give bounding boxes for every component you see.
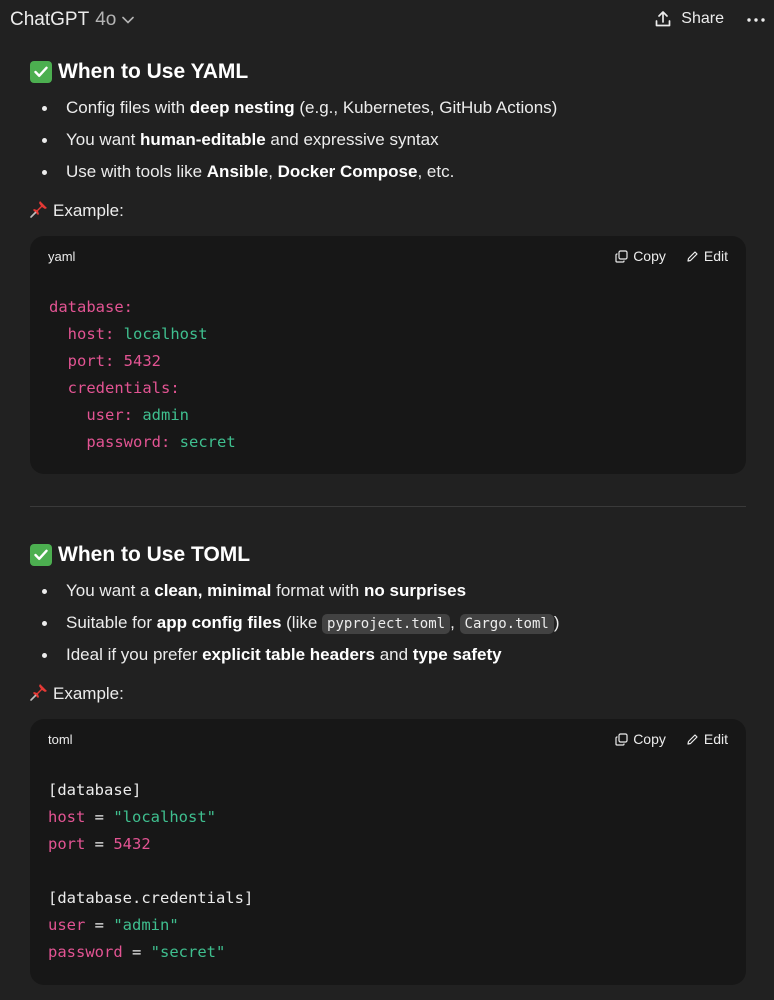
share-button[interactable]: Share xyxy=(654,10,724,28)
pushpin-icon xyxy=(29,199,49,224)
top-bar: ChatGPT 4o Share xyxy=(0,0,774,46)
more-options-button[interactable] xyxy=(744,8,768,32)
toml-bullet-list: You want a clean, minimal format with no… xyxy=(30,575,746,671)
edit-pencil-icon xyxy=(687,733,698,745)
bullet-item: Ideal if you prefer explicit table heade… xyxy=(30,639,746,671)
toml-example-label: Example: xyxy=(29,681,746,707)
toml-section: When to Use TOML You want a clean, minim… xyxy=(30,541,746,707)
toml-heading-text: When to Use TOML xyxy=(58,543,251,566)
code-header: yaml Copy Edit xyxy=(30,236,746,276)
code-line: user: admin xyxy=(49,406,189,424)
share-label: Share xyxy=(681,10,724,27)
copy-button[interactable]: Copy xyxy=(615,248,666,264)
edit-pencil-icon xyxy=(687,250,698,262)
check-mark-icon xyxy=(30,61,52,83)
copy-label: Copy xyxy=(633,731,666,747)
copy-icon xyxy=(615,249,628,263)
section-divider xyxy=(30,506,746,507)
yaml-bullet-list: Config files with deep nesting (e.g., Ku… xyxy=(30,92,746,188)
edit-label: Edit xyxy=(703,248,728,264)
bullet-item: Suitable for app config files (like pypr… xyxy=(30,607,746,639)
yaml-example-label: Example: xyxy=(29,198,746,224)
inline-code: pyproject.toml xyxy=(322,614,451,634)
code-line: port = 5432 xyxy=(48,835,151,853)
code-line: password = "secret" xyxy=(48,943,226,961)
toml-code-block: toml Copy Edit [database] host = "localho… xyxy=(30,719,746,985)
code-line: database: xyxy=(49,298,133,316)
pushpin-icon xyxy=(29,682,49,707)
check-mark-icon xyxy=(30,544,52,566)
edit-button[interactable]: Edit xyxy=(686,731,728,747)
yaml-section: When to Use YAML Config files with deep … xyxy=(30,58,746,224)
copy-icon xyxy=(615,732,628,746)
yaml-code-block: yaml Copy Edit database: host: localhost… xyxy=(30,236,746,474)
inline-code: Cargo.toml xyxy=(459,614,554,634)
example-text: Example: xyxy=(53,201,124,220)
example-text: Example: xyxy=(53,684,124,703)
model-name: ChatGPT xyxy=(10,9,90,30)
edit-label: Edit xyxy=(703,731,728,747)
toml-code: [database] host = "localhost" port = 5432 [… xyxy=(30,777,746,966)
bullet-item: Config files with deep nesting (e.g., Ku… xyxy=(30,92,746,124)
bullet-item: You want human-editable and expressive s… xyxy=(30,124,746,156)
code-language-label: toml xyxy=(48,732,73,747)
code-line: credentials: xyxy=(49,379,180,397)
bullet-item: You want a clean, minimal format with no… xyxy=(30,575,746,607)
bullet-item: Use with tools like Ansible, Docker Comp… xyxy=(30,156,746,188)
code-line: password: secret xyxy=(49,433,236,451)
code-language-label: yaml xyxy=(48,249,76,264)
code-line: port: 5432 xyxy=(49,352,161,370)
more-dots-icon xyxy=(747,18,765,22)
share-upload-icon xyxy=(655,11,671,27)
code-line: user = "admin" xyxy=(48,916,179,934)
code-header: toml Copy Edit xyxy=(30,719,746,759)
copy-button[interactable]: Copy xyxy=(615,731,666,747)
code-line: [database.credentials] xyxy=(48,889,254,907)
copy-label: Copy xyxy=(633,248,666,264)
model-version: 4o xyxy=(95,9,117,30)
code-line: host = "localhost" xyxy=(48,808,216,826)
toml-heading: When to Use TOML xyxy=(30,541,746,569)
yaml-heading: When to Use YAML xyxy=(30,58,746,86)
edit-button[interactable]: Edit xyxy=(686,248,728,264)
yaml-code: database: host: localhost port: 5432 cre… xyxy=(30,294,746,456)
yaml-heading-text: When to Use YAML xyxy=(58,60,249,83)
model-selector[interactable]: ChatGPT 4o xyxy=(10,9,135,31)
chevron-down-icon xyxy=(122,16,135,24)
code-line: [database] xyxy=(48,781,142,799)
code-line: host: localhost xyxy=(49,325,208,343)
